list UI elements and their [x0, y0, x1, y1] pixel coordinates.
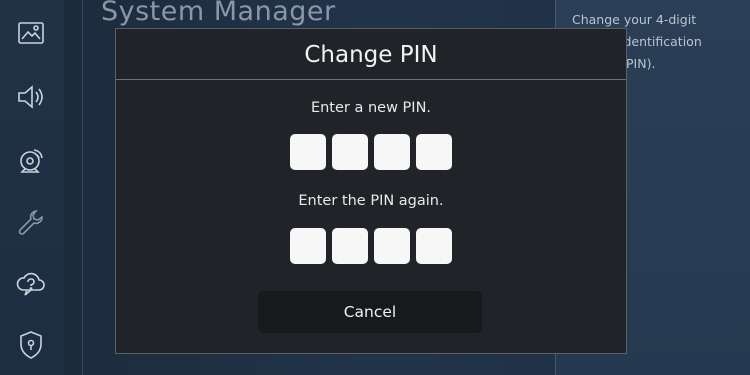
new-pin-digit-1[interactable]: [290, 134, 326, 170]
dialog-header: Change PIN: [116, 29, 626, 80]
confirm-pin-digit-2[interactable]: [332, 228, 368, 264]
dialog-title: Change PIN: [304, 42, 438, 68]
new-pin-input-group: [290, 134, 452, 170]
confirm-pin-input-group: [290, 228, 452, 264]
shield-icon[interactable]: [14, 328, 48, 362]
settings-sidebar: [0, 0, 64, 375]
confirm-pin-prompt: Enter the PIN again.: [298, 193, 444, 209]
new-pin-digit-4[interactable]: [416, 134, 452, 170]
wrench-icon[interactable]: [14, 205, 48, 239]
change-pin-dialog: Change PIN Enter a new PIN. Enter the PI…: [115, 28, 627, 354]
new-pin-digit-3[interactable]: [374, 134, 410, 170]
background-page-title: System Manager: [101, 0, 336, 27]
sound-icon[interactable]: [14, 80, 48, 114]
background-divider: [82, 0, 83, 375]
confirm-pin-digit-1[interactable]: [290, 228, 326, 264]
cancel-button[interactable]: Cancel: [258, 291, 482, 333]
confirm-pin-digit-3[interactable]: [374, 228, 410, 264]
cloud-help-icon[interactable]: [14, 267, 48, 301]
picture-icon[interactable]: [14, 16, 48, 50]
confirm-pin-digit-4[interactable]: [416, 228, 452, 264]
new-pin-prompt: Enter a new PIN.: [310, 100, 432, 116]
new-pin-digit-2[interactable]: [332, 134, 368, 170]
broadcast-icon[interactable]: [14, 143, 48, 177]
tv-settings-screen: System Manager Change your 4-digit ident…: [0, 0, 750, 375]
